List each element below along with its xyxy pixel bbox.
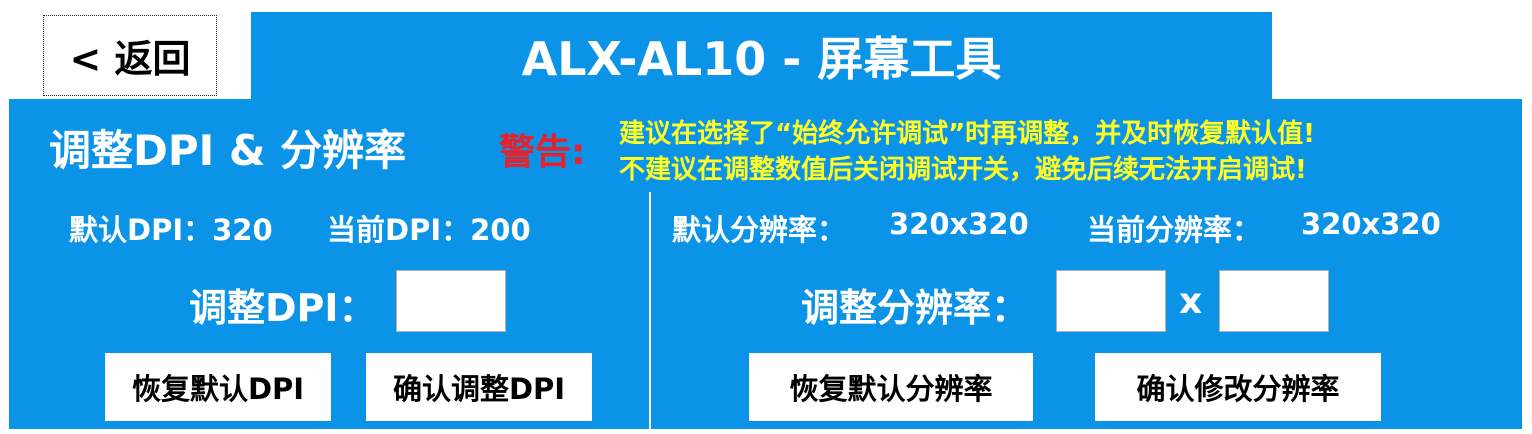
- resolution-height-input[interactable]: [1219, 270, 1329, 332]
- restore-default-dpi-button[interactable]: 恢复默认DPI: [105, 353, 331, 421]
- page-title: ALX-AL10 - 屏幕工具: [521, 32, 1002, 86]
- warning-line-1: 建议在选择了“始终允许调试”时再调整，并及时恢复默认值!: [619, 119, 1316, 149]
- current-dpi-text: 当前DPI：200: [327, 213, 531, 247]
- screen-tool-window: < 返回 ALX-AL10 - 屏幕工具 调整DPI & 分辨率 警告: 建议在…: [0, 0, 1532, 434]
- current-resolution-label: 当前分辨率：: [1087, 213, 1262, 247]
- default-dpi-text: 默认DPI：320: [69, 213, 273, 247]
- warning-line-2: 不建议在调整数值后关闭调试开关，避免后续无法开启调试!: [619, 155, 1307, 185]
- confirm-resolution-button[interactable]: 确认修改分辨率: [1095, 353, 1381, 421]
- back-button[interactable]: < 返回: [43, 15, 217, 96]
- title-bar: ALX-AL10 - 屏幕工具: [251, 12, 1272, 100]
- settings-panel: 调整DPI & 分辨率 警告: 建议在选择了“始终允许调试”时再调整，并及时恢复…: [9, 99, 1522, 429]
- section-heading: 调整DPI & 分辨率: [49, 126, 407, 175]
- resolution-width-input[interactable]: [1056, 270, 1166, 332]
- section-divider: [649, 192, 651, 429]
- confirm-dpi-button[interactable]: 确认调整DPI: [366, 353, 592, 421]
- default-resolution-value: 320x320: [889, 207, 1029, 241]
- restore-default-resolution-button[interactable]: 恢复默认分辨率: [749, 353, 1033, 421]
- adjust-dpi-label: 调整DPI：: [189, 286, 377, 330]
- warning-label: 警告:: [499, 132, 586, 173]
- dpi-input[interactable]: [396, 270, 506, 332]
- current-resolution-value: 320x320: [1301, 207, 1441, 241]
- adjust-resolution-label: 调整分辨率：: [801, 286, 1030, 330]
- resolution-separator: x: [1179, 281, 1203, 322]
- default-resolution-label: 默认分辨率：: [672, 213, 847, 247]
